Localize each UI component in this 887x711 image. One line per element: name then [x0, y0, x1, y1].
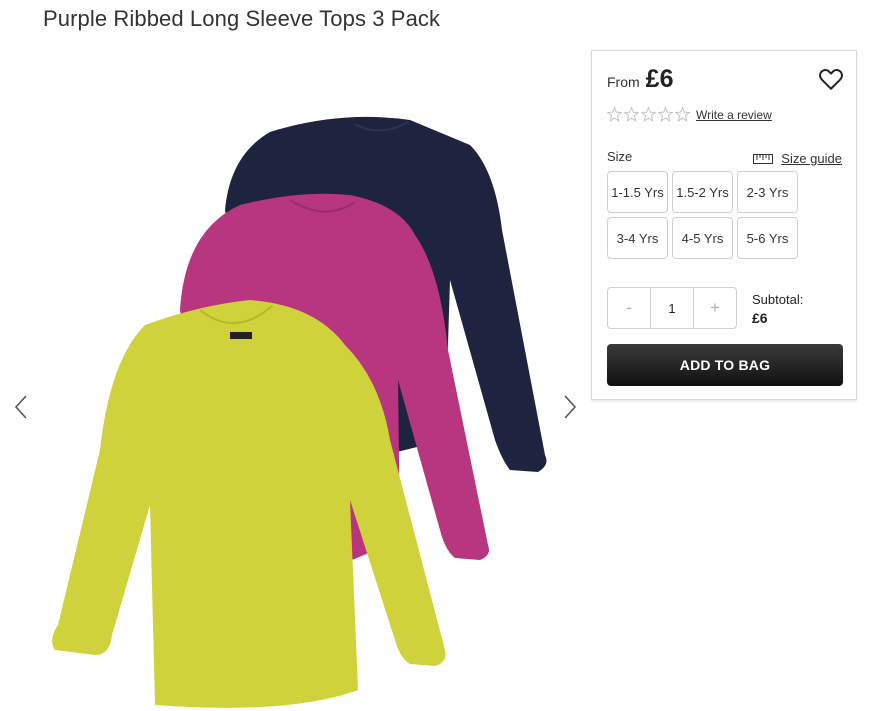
size-option-1.5-2-yrs[interactable]: 1.5-2 Yrs	[672, 171, 733, 213]
size-guide-link[interactable]: Size guide	[753, 151, 842, 166]
gallery-prev-button[interactable]	[9, 390, 33, 424]
rating-row: Write a review	[607, 107, 772, 122]
size-option-3-4-yrs[interactable]: 3-4 Yrs	[607, 217, 668, 259]
subtotal-label: Subtotal:	[752, 292, 804, 307]
chevron-left-icon	[14, 395, 27, 419]
size-label: Size	[607, 149, 633, 164]
quantity-input[interactable]: 1	[650, 288, 694, 328]
size-option-1-1.5-yrs[interactable]: 1-1.5 Yrs	[607, 171, 668, 213]
size-guide-label: Size guide	[781, 151, 842, 166]
star-icon	[641, 107, 656, 122]
quantity-increase-button[interactable]: +	[694, 288, 736, 328]
product-title: Purple Ribbed Long Sleeve Tops 3 Pack	[43, 6, 441, 31]
star-rating	[607, 107, 690, 122]
size-option-2-3-yrs[interactable]: 2-3 Yrs	[737, 171, 798, 213]
size-option-5-6-yrs[interactable]: 5-6 Yrs	[737, 217, 798, 259]
purchase-panel: From £6 Write a review Size Size guide 1…	[591, 50, 857, 400]
write-review-link[interactable]: Write a review	[696, 108, 772, 122]
quantity-decrease-button[interactable]: -	[608, 288, 650, 328]
star-icon	[675, 107, 690, 122]
heart-icon[interactable]	[818, 66, 844, 92]
quantity-stepper: - 1 +	[607, 287, 737, 329]
subtotal-value: £6	[752, 310, 768, 326]
product-gallery	[0, 50, 592, 711]
price: £6	[645, 65, 674, 93]
subtotal: Subtotal: £6	[752, 291, 803, 327]
size-option-4-5-yrs[interactable]: 4-5 Yrs	[672, 217, 733, 259]
price-row: From £6	[607, 65, 673, 94]
product-image	[52, 116, 547, 708]
from-label: From	[607, 74, 640, 90]
add-to-bag-button[interactable]: ADD TO BAG	[607, 344, 843, 386]
ruler-icon	[753, 153, 774, 164]
star-icon	[658, 107, 673, 122]
star-icon	[607, 107, 622, 122]
chevron-right-icon	[564, 395, 577, 419]
star-icon	[624, 107, 639, 122]
gallery-next-button[interactable]	[558, 390, 582, 424]
size-options: 1-1.5 Yrs 1.5-2 Yrs 2-3 Yrs 3-4 Yrs 4-5 …	[607, 171, 807, 259]
